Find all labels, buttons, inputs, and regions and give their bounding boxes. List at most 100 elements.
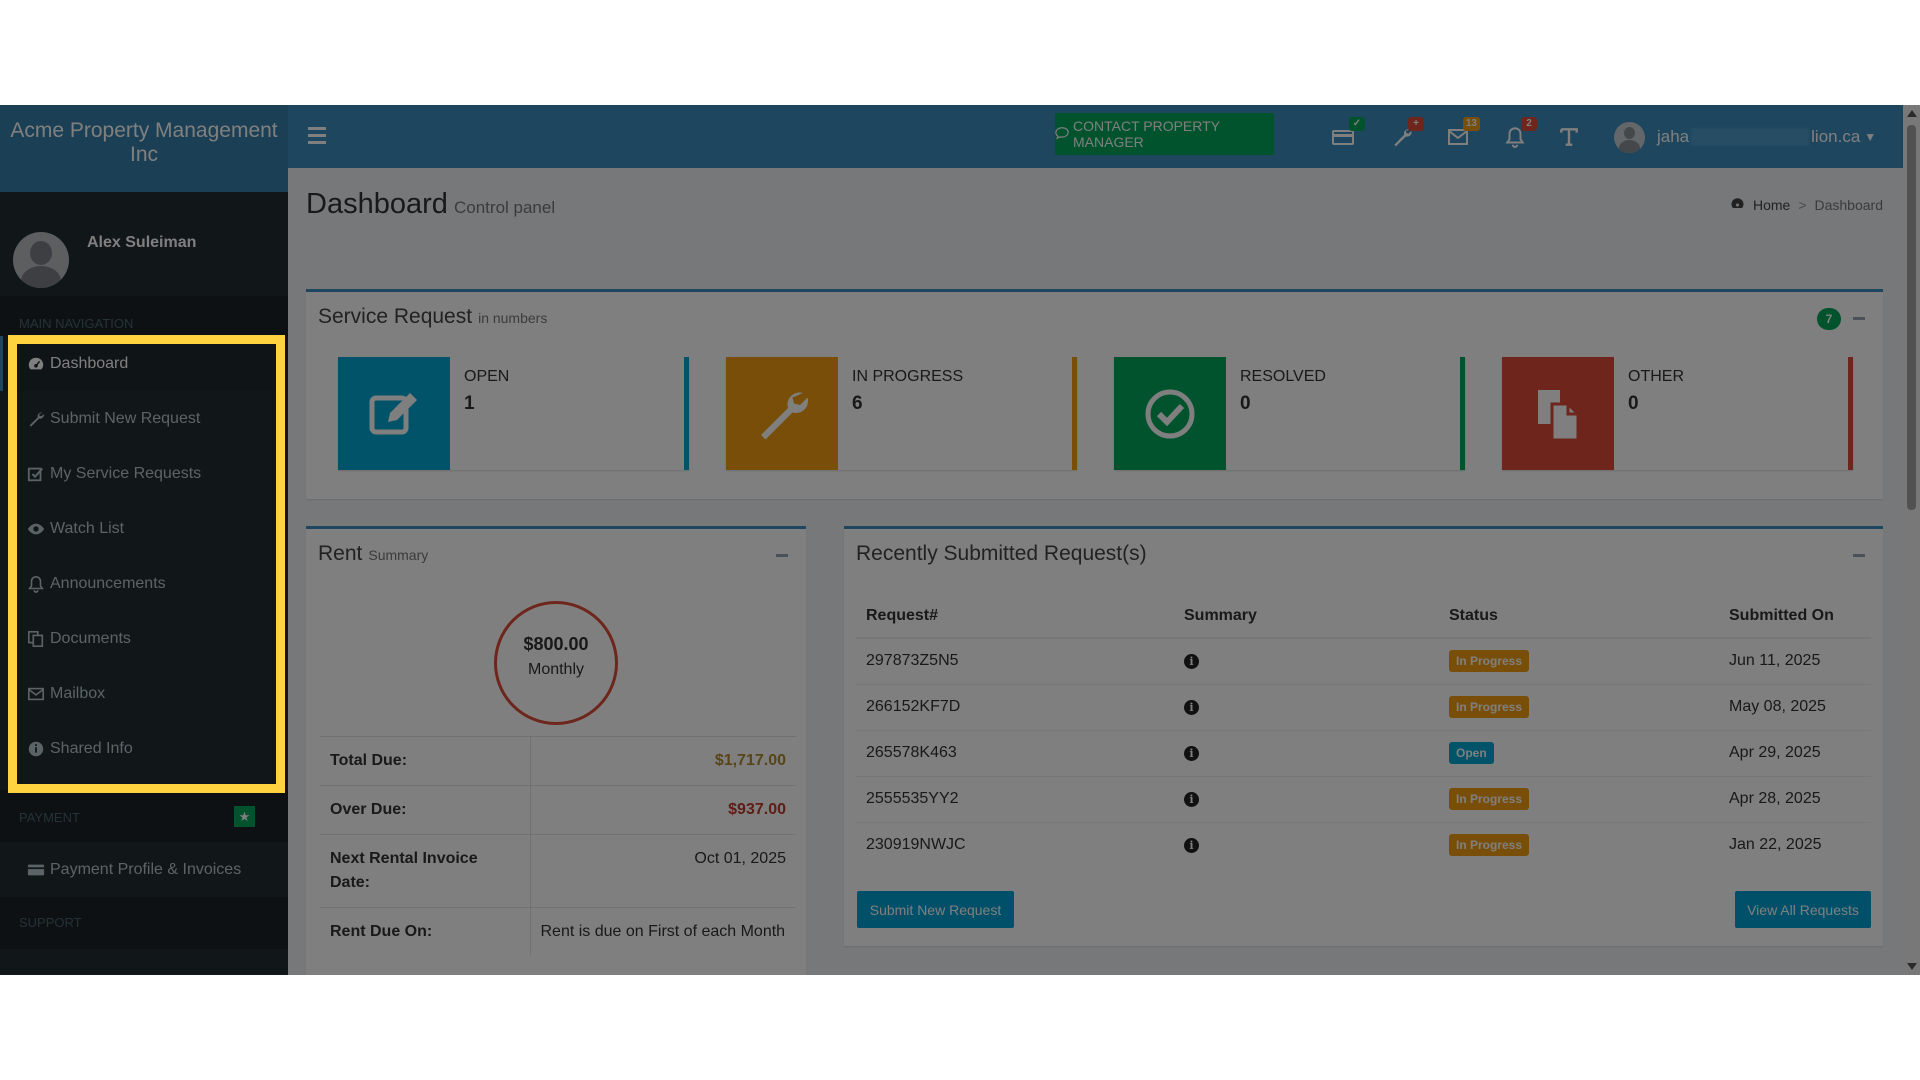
- monthly-rent-period: Monthly: [527, 661, 585, 678]
- view-all-requests-button[interactable]: View All Requests: [1735, 891, 1871, 928]
- info-icon[interactable]: i: [1184, 746, 1199, 761]
- check-circle-icon: [1114, 357, 1226, 470]
- notifications-badge: 2: [1521, 117, 1537, 131]
- in-progress-requests-box[interactable]: IN PROGRESS 6: [726, 357, 1077, 470]
- sidebar-item-submit-new-request[interactable]: Submit New Request: [0, 391, 288, 446]
- breadcrumb-home[interactable]: Home: [1753, 197, 1790, 213]
- in-progress-accent-bar: [1072, 357, 1077, 470]
- notifications-bell-icon[interactable]: 2: [1501, 117, 1537, 151]
- edit-icon: [338, 357, 450, 470]
- eye-icon: [22, 520, 50, 538]
- dashboard-icon: [22, 355, 50, 373]
- collapse-box-button[interactable]: [1853, 554, 1865, 557]
- scrollbar-thumb[interactable]: [1907, 125, 1916, 510]
- user-avatar: [13, 232, 69, 288]
- over-due-value: $937.00: [530, 785, 796, 835]
- hamburger-menu-icon[interactable]: [308, 127, 326, 144]
- open-label: OPEN: [464, 368, 510, 385]
- request-id[interactable]: 2555535YY2: [856, 775, 1174, 822]
- payment-card-icon[interactable]: ✓: [1329, 117, 1365, 151]
- table-row[interactable]: 265578K463 i Open Apr 29, 2025: [856, 729, 1871, 776]
- resolved-label: RESOLVED: [1240, 368, 1326, 385]
- request-id[interactable]: 266152KF7D: [856, 683, 1174, 730]
- sidebar-item-watch-list[interactable]: Watch List: [0, 501, 288, 556]
- status-badge: In Progress: [1449, 650, 1530, 673]
- service-request-subtitle: in numbers: [478, 310, 548, 326]
- sidebar-item-payment-profile[interactable]: Payment Profile & Invoices: [0, 842, 288, 897]
- recent-requests-box: Recently Submitted Request(s) Request# S…: [844, 526, 1883, 946]
- submitted-date: Jun 11, 2025: [1719, 637, 1871, 684]
- sidebar-item-label: Dashboard: [50, 354, 129, 372]
- sidebar-item-mailbox[interactable]: Mailbox: [0, 666, 288, 721]
- resolved-requests-box[interactable]: RESOLVED 0: [1114, 357, 1465, 470]
- payment-header: PAYMENT ★: [0, 790, 288, 842]
- column-header-summary[interactable]: Summary: [1174, 597, 1439, 639]
- page-subtitle: Control panel: [454, 198, 556, 217]
- request-id[interactable]: 265578K463: [856, 729, 1174, 776]
- rent-subtitle: Summary: [368, 547, 429, 563]
- collapse-box-button[interactable]: [776, 554, 788, 557]
- mail-envelope-icon[interactable]: 13: [1444, 117, 1480, 151]
- table-row[interactable]: 230919NWJC i In Progress Jan 22, 2025: [856, 821, 1871, 868]
- sidebar-item-label: Announcements: [50, 574, 166, 592]
- breadcrumb: Home > Dashboard: [1730, 196, 1883, 214]
- sidebar-item-announcements[interactable]: Announcements: [0, 556, 288, 611]
- column-header-status[interactable]: Status: [1439, 597, 1719, 639]
- monthly-rent-amount: $800.00: [523, 634, 589, 654]
- submitted-date: Apr 28, 2025: [1719, 775, 1871, 822]
- breadcrumb-separator: >: [1798, 197, 1807, 213]
- sidebar-item-shared-info[interactable]: Shared Info: [0, 721, 288, 776]
- total-requests-badge: 7: [1817, 308, 1841, 330]
- files-icon: [1502, 357, 1614, 470]
- request-id[interactable]: 230919NWJC: [856, 821, 1174, 868]
- request-id[interactable]: 297873Z5N5: [856, 637, 1174, 684]
- rent-due-on-label: Rent Due On:: [320, 907, 531, 956]
- service-requests-wrench-icon[interactable]: +: [1388, 117, 1424, 151]
- info-icon[interactable]: i: [1184, 838, 1199, 854]
- column-header-submitted-on[interactable]: Submitted On: [1719, 597, 1871, 639]
- scroll-up-arrow-icon[interactable]: [1907, 110, 1917, 117]
- scroll-down-arrow-icon[interactable]: [1907, 963, 1917, 970]
- sidebar-item-documents[interactable]: Documents: [0, 611, 288, 666]
- next-invoice-date-label: Next Rental Invoice Date:: [320, 834, 531, 908]
- sidebar-item-my-service-requests[interactable]: My Service Requests: [0, 446, 288, 501]
- rent-details-table: Total Due: $1,717.00 Over Due: $937.00 N…: [320, 736, 796, 956]
- other-requests-box[interactable]: OTHER 0: [1502, 357, 1853, 470]
- text-size-icon[interactable]: [1555, 123, 1583, 151]
- page-scrollbar[interactable]: [1903, 105, 1920, 975]
- caret-down-icon: ▼: [1864, 130, 1877, 144]
- info-icon[interactable]: i: [1184, 792, 1199, 807]
- contact-property-manager-button[interactable]: CONTACT PROPERTY MANAGER: [1055, 113, 1274, 155]
- user-panel: Alex Suleiman: [0, 192, 288, 296]
- company-logo[interactable]: Acme Property Management Inc: [0, 105, 288, 192]
- submit-new-request-button[interactable]: Submit New Request: [857, 891, 1014, 928]
- main-navigation-header: MAIN NAVIGATION: [0, 296, 288, 336]
- user-name: Alex Suleiman: [87, 234, 197, 251]
- open-requests-box[interactable]: OPEN 1: [338, 357, 689, 470]
- chat-bubble-icon: [1055, 126, 1069, 143]
- next-invoice-date-value: Oct 01, 2025: [530, 834, 796, 908]
- info-icon[interactable]: i: [1184, 700, 1199, 715]
- resolved-accent-bar: [1460, 357, 1465, 470]
- main-content: Dashboard Control panel Home > Dashboard…: [288, 168, 1903, 975]
- other-count: 0: [1628, 393, 1639, 414]
- user-menu-avatar: [1614, 121, 1645, 153]
- table-row[interactable]: 266152KF7D i In Progress May 08, 2025: [856, 683, 1871, 730]
- status-badge: In Progress: [1449, 696, 1530, 718]
- table-row[interactable]: 297873Z5N5 i In Progress Jun 11, 2025: [856, 637, 1871, 684]
- star-icon[interactable]: ★: [234, 806, 255, 827]
- monthly-rent-circle: $800.00 Monthly: [494, 601, 618, 725]
- column-header-request[interactable]: Request#: [856, 597, 1174, 639]
- table-row: Total Due: $1,717.00: [320, 736, 796, 786]
- table-row[interactable]: 2555535YY2 i In Progress Apr 28, 2025: [856, 775, 1871, 822]
- sidebar-item-dashboard[interactable]: Dashboard: [0, 336, 288, 391]
- collapse-box-button[interactable]: [1853, 317, 1865, 320]
- redacted-email: [1691, 128, 1810, 146]
- user-account-menu[interactable]: jaha lion.ca ▼: [1614, 119, 1876, 155]
- recent-requests-table: Request# Summary Status Submitted On 297…: [856, 597, 1871, 868]
- info-icon[interactable]: i: [1184, 654, 1199, 670]
- sidebar-item-label: Documents: [50, 629, 131, 647]
- service-request-title: Service Request in numbers: [318, 305, 547, 329]
- app-window: Acme Property Management Inc Alex Suleim…: [0, 105, 1920, 975]
- status-badge: Open: [1449, 742, 1494, 764]
